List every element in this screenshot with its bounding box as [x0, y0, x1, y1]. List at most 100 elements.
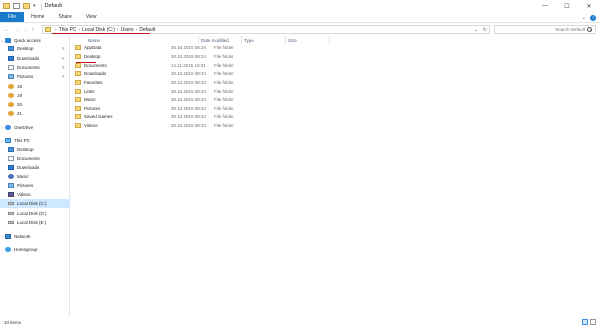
- file-row[interactable]: Pictures 30.10.2015 08:24 File folder: [71, 105, 287, 112]
- nav-item-desktop-pc[interactable]: Desktop: [0, 145, 70, 154]
- file-row[interactable]: Desktop 30.10.2015 08:24 File folder: [71, 53, 287, 60]
- breadcrumb-local-disk-c[interactable]: Local Disk (C:): [82, 27, 115, 33]
- details-view-icon[interactable]: [582, 319, 588, 325]
- qat-divider: [40, 2, 42, 10]
- minimize-button[interactable]: —: [534, 0, 556, 12]
- downloads-icon: [8, 56, 14, 61]
- breadcrumb-users[interactable]: Users: [121, 27, 134, 33]
- file-row[interactable]: Saved Games 30.10.2015 08:24 File folder: [71, 113, 287, 120]
- nav-item-label: Documents: [17, 156, 40, 161]
- file-date: 30.10.2015 08:24: [171, 54, 207, 59]
- file-name: Music: [84, 97, 96, 102]
- column-header-size[interactable]: Size: [285, 36, 329, 44]
- pictures-icon: [8, 183, 14, 188]
- file-type: File folder: [214, 63, 234, 68]
- tab-share[interactable]: Share: [51, 12, 78, 22]
- file-type: File folder: [214, 106, 234, 111]
- tab-view[interactable]: View: [79, 12, 104, 22]
- file-row[interactable]: Videos 30.10.2015 08:24 File folder: [71, 122, 287, 129]
- properties-icon[interactable]: [13, 3, 20, 9]
- back-arrow-icon[interactable]: ←: [4, 27, 10, 33]
- nav-item-18[interactable]: 18: [0, 82, 70, 91]
- file-name: Links: [84, 89, 95, 94]
- drive-icon: [8, 202, 14, 205]
- title-bar: ▾ Default — ☐ ✕: [0, 0, 600, 12]
- desktop-icon: [8, 46, 14, 51]
- expand-ribbon-chevron-icon[interactable]: ⌄: [582, 15, 586, 21]
- file-name: Downloads: [84, 71, 107, 76]
- customize-qat-chevron-icon[interactable]: ▾: [33, 3, 36, 9]
- network-icon: [5, 234, 11, 239]
- file-row[interactable]: Downloads 30.10.2015 08:24 File folder: [71, 70, 287, 77]
- tab-file[interactable]: File: [0, 12, 25, 22]
- file-row[interactable]: Documents 12.11.2015 19:31 File folder: [71, 62, 287, 69]
- column-header-name[interactable]: Name: [85, 36, 179, 44]
- new-folder-icon[interactable]: [23, 3, 30, 9]
- nav-item-desktop[interactable]: Desktop ✎: [0, 44, 70, 53]
- pin-icon[interactable]: ✎: [62, 56, 65, 61]
- onedrive-icon: [5, 125, 11, 130]
- documents-icon: [8, 156, 14, 161]
- column-header-date-modified[interactable]: Date modified: [198, 36, 244, 44]
- column-divider[interactable]: [329, 36, 330, 44]
- nav-item-onedrive[interactable]: › OneDrive: [0, 123, 70, 132]
- recent-locations-chevron-icon[interactable]: ⌄: [24, 27, 27, 32]
- nav-item-this-pc[interactable]: ⌄ This PC: [0, 136, 70, 145]
- up-arrow-icon[interactable]: ↑: [31, 27, 34, 33]
- file-date: 30.10.2015 08:24: [171, 97, 207, 102]
- maximize-button[interactable]: ☐: [556, 0, 578, 12]
- file-date: 30.10.2015 08:24: [171, 123, 207, 128]
- nav-item-documents-pc[interactable]: Documents: [0, 154, 70, 163]
- chevron-right-icon[interactable]: ›: [78, 27, 80, 33]
- file-row[interactable]: AppData 30.10.2015 08:24 File folder: [71, 44, 287, 51]
- nav-item-19[interactable]: 19: [0, 91, 70, 100]
- tab-home[interactable]: Home: [24, 12, 51, 22]
- drive-icon: [8, 212, 14, 215]
- column-headers: Name Date modified Type Size: [71, 36, 600, 44]
- nav-item-local-disk-c[interactable]: Local Disk (C:): [0, 199, 70, 208]
- nav-item-pictures[interactable]: Pictures ✎: [0, 72, 70, 81]
- nav-item-network[interactable]: › Network: [0, 232, 70, 241]
- search-placeholder: Search Default: [555, 27, 585, 32]
- address-dropdown-chevron-icon[interactable]: ⌄: [474, 27, 478, 33]
- close-button[interactable]: ✕: [578, 0, 600, 12]
- refresh-icon[interactable]: ↻: [483, 27, 487, 33]
- chevron-right-icon[interactable]: ›: [55, 27, 57, 33]
- nav-item-downloads[interactable]: Downloads ✎: [0, 54, 70, 63]
- pin-icon[interactable]: ✎: [62, 46, 65, 51]
- file-type: File folder: [214, 54, 234, 59]
- chevron-right-icon[interactable]: ›: [117, 27, 119, 33]
- nav-item-downloads-pc[interactable]: Downloads: [0, 163, 70, 172]
- nav-item-label: Network: [14, 234, 31, 239]
- breadcrumb-this-pc[interactable]: This PC: [59, 27, 77, 33]
- nav-item-label: Desktop: [17, 147, 34, 152]
- folder-icon: [75, 106, 81, 111]
- nav-item-21[interactable]: 21: [0, 109, 70, 118]
- file-row[interactable]: Music 30.10.2015 08:24 File folder: [71, 96, 287, 103]
- search-input[interactable]: Search Default: [494, 25, 596, 34]
- nav-item-videos[interactable]: Videos: [0, 190, 70, 199]
- file-date: 30.10.2015 08:24: [171, 89, 207, 94]
- pin-icon[interactable]: ✎: [62, 74, 65, 79]
- nav-item-homegroup[interactable]: › Homegroup: [0, 245, 70, 254]
- help-icon[interactable]: ?: [590, 14, 596, 21]
- nav-item-documents[interactable]: Documents ✎: [0, 63, 70, 72]
- nav-item-local-disk-e[interactable]: Local Disk (E:): [0, 218, 70, 227]
- large-icons-view-icon[interactable]: [590, 319, 596, 325]
- nav-item-local-disk-d[interactable]: Local Disk (D:): [0, 209, 70, 218]
- file-row[interactable]: Favorites 30.10.2015 08:24 File folder: [71, 79, 287, 86]
- pin-icon[interactable]: ✎: [62, 65, 65, 70]
- nav-item-music[interactable]: Music: [0, 172, 70, 181]
- file-row[interactable]: Links 30.10.2015 08:24 File folder: [71, 88, 287, 95]
- forward-arrow-icon[interactable]: →: [14, 27, 20, 33]
- nav-item-20[interactable]: 20: [0, 100, 70, 109]
- folder-icon: [8, 93, 14, 98]
- breadcrumb-default[interactable]: Default: [139, 27, 155, 33]
- address-end-controls: ⌄ ↻: [474, 27, 487, 33]
- music-icon: [8, 174, 14, 179]
- nav-item-label: Videos: [17, 192, 31, 197]
- file-type: File folder: [214, 97, 234, 102]
- chevron-right-icon[interactable]: ›: [136, 27, 138, 33]
- nav-item-pictures-pc[interactable]: Pictures: [0, 181, 70, 190]
- column-header-type[interactable]: Type: [241, 36, 285, 44]
